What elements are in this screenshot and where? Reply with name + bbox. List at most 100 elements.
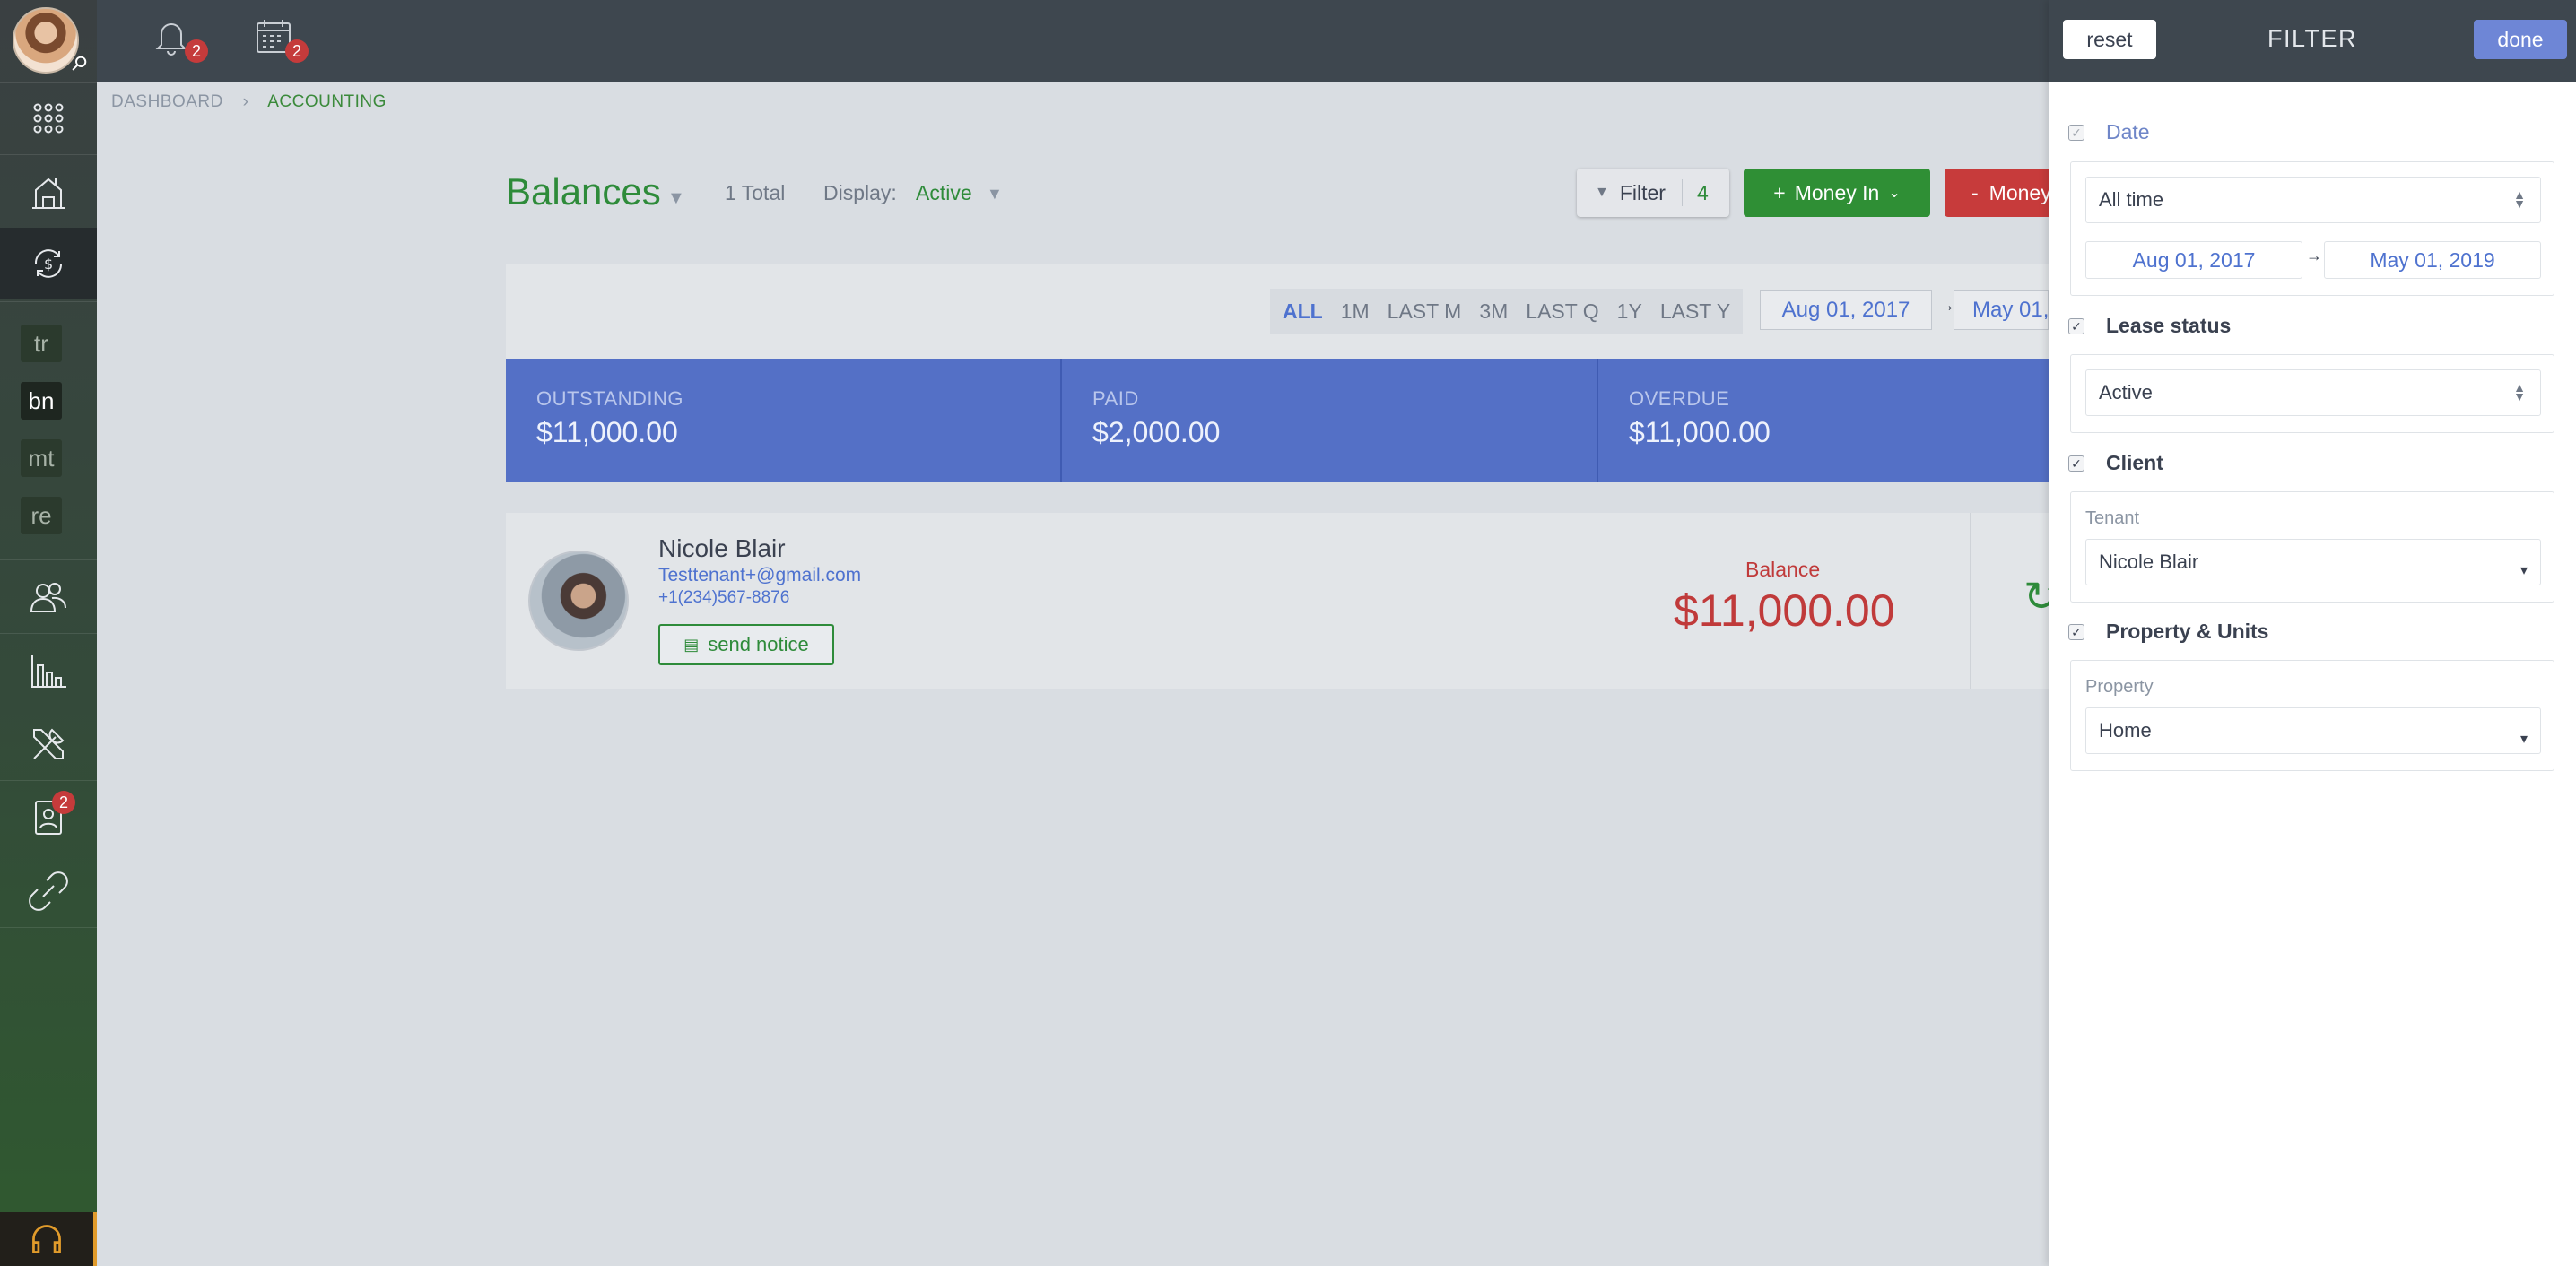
date-checkbox[interactable]: ✓ [2068, 125, 2084, 141]
tenant-select-value: Nicole Blair [2099, 551, 2199, 573]
stat-value: $2,000.00 [1092, 416, 1221, 448]
tenant-phone[interactable]: +1(234)567-8876 [658, 588, 789, 608]
sidebar-divider [0, 927, 97, 928]
filter-panel-header: reset FILTER done [2049, 0, 2576, 82]
period-last-y[interactable]: LAST Y [1660, 299, 1730, 324]
stat-label: OVERDUE [1629, 387, 1730, 410]
money-out-label: Money [1989, 180, 2051, 204]
date-range-select[interactable]: All time ▲ ▼ [2085, 177, 2541, 223]
link-icon [29, 871, 68, 911]
page-title[interactable]: Balances [506, 170, 661, 213]
period-3m[interactable]: 3M [1479, 299, 1508, 324]
tenant-avatar[interactable] [528, 551, 629, 651]
reports-badge: 2 [52, 791, 75, 814]
sidebar-divider [0, 301, 97, 302]
document-icon: ▤ [683, 635, 700, 654]
balance-value: $11,000.00 [1674, 585, 1895, 636]
money-cycle-icon: $ [34, 249, 63, 278]
filter-count: 4 [1696, 180, 1709, 204]
sidebar-tag-mt[interactable]: mt [21, 439, 62, 477]
updown-icon: ▲ ▼ [2513, 187, 2526, 211]
send-notice-label: send notice [708, 633, 809, 655]
tenant-email[interactable]: Testtenant+@gmail.com [658, 565, 861, 586]
lease-status-value: Active [2099, 381, 2153, 403]
arrow-right-icon: → [1937, 296, 1955, 316]
sidebar-item-people[interactable] [0, 561, 97, 633]
caret-down-icon[interactable]: ▼ [987, 185, 1003, 204]
sidebar-item-properties[interactable] [0, 156, 97, 228]
period-1m[interactable]: 1M [1341, 299, 1370, 324]
display-label: Display: [823, 181, 897, 204]
sidebar-tag-bn[interactable]: bn [21, 382, 62, 420]
stat-outstanding[interactable]: OUTSTANDING $11,000.00 [506, 359, 683, 482]
grid-icon [33, 103, 64, 134]
property-select-value: Home [2099, 719, 2152, 741]
sidebar-item-contacts[interactable] [0, 782, 97, 854]
money-in-button[interactable]: + Money In ⌄ [1744, 169, 1930, 217]
sidebar: ⚲ $ tr bn mt re 2 [0, 0, 97, 1266]
range-from-date[interactable]: Aug 01, 2017 [1760, 290, 1932, 330]
sidebar-tag-tr[interactable]: tr [21, 325, 62, 362]
tenant-sublabel: Tenant [2085, 508, 2140, 528]
breadcrumb: DASHBOARD › ACCOUNTING [111, 92, 387, 112]
caret-down-icon[interactable]: ▼ [667, 188, 685, 209]
building-icon [32, 178, 65, 209]
chevron-right-icon: › [242, 92, 249, 111]
property-box: Property Home ▾ [2070, 660, 2554, 771]
calendar-badge: 2 [285, 39, 309, 63]
period-last-q[interactable]: LAST Q [1526, 299, 1598, 324]
tenant-select[interactable]: Nicole Blair ▾ [2085, 539, 2541, 585]
stat-paid[interactable]: PAID $2,000.00 [1062, 359, 1220, 482]
done-button[interactable]: done [2474, 20, 2567, 59]
client-label: Client [2106, 451, 2163, 474]
send-notice-button[interactable]: ▤ send notice [658, 624, 834, 665]
sidebar-item-tools[interactable] [0, 708, 97, 780]
date-from-field[interactable]: Aug 01, 2017 [2085, 241, 2302, 279]
tenant-card: Nicole Blair Testtenant+@gmail.com +1(23… [506, 513, 2058, 689]
period-all[interactable]: ALL [1283, 299, 1323, 324]
card-divider [1970, 513, 1971, 689]
filter-panel: reset FILTER done ✓ Date All time ▲ ▼ Aug… [2049, 0, 2576, 1266]
sidebar-divider [0, 154, 97, 155]
property-label: Property & Units [2106, 620, 2269, 643]
lease-status-select[interactable]: Active ▲ ▼ [2085, 369, 2541, 416]
range-to-date[interactable]: May 01, [1954, 290, 2049, 330]
lease-status-label: Lease status [2106, 314, 2232, 337]
money-out-button[interactable]: - Money [1945, 169, 2052, 217]
money-in-label: Money In [1794, 180, 1880, 204]
funnel-icon: ▼ [1595, 185, 1609, 200]
caret-down-icon: ▾ [2519, 732, 2528, 747]
stat-label: PAID [1092, 387, 1139, 410]
total-count: 1 Total [725, 181, 786, 204]
caret-down-icon: ▾ [2519, 563, 2528, 578]
sidebar-divider [0, 633, 97, 634]
property-sublabel: Property [2085, 677, 2154, 697]
filter-button[interactable]: ▼ Filter 4 [1577, 169, 1729, 217]
date-range-value: All time [2099, 188, 2164, 211]
sidebar-item-links[interactable] [0, 855, 97, 927]
lease-status-box: Active ▲ ▼ [2070, 354, 2554, 433]
support-button[interactable] [0, 1212, 97, 1266]
tenant-name[interactable]: Nicole Blair [658, 534, 786, 563]
sidebar-tag-re[interactable]: re [21, 497, 62, 534]
client-checkbox[interactable]: ✓ [2068, 455, 2084, 472]
date-filter-label: Date [2106, 120, 2150, 143]
date-to-field[interactable]: May 01, 2019 [2324, 241, 2541, 279]
sidebar-item-accounting[interactable]: $ [0, 228, 97, 299]
stat-overdue[interactable]: OVERDUE $11,000.00 [1598, 359, 1771, 482]
chart-icon [31, 655, 66, 688]
filter-divider [1681, 179, 1683, 206]
property-select[interactable]: Home ▾ [2085, 707, 2541, 754]
period-1y[interactable]: 1Y [1617, 299, 1642, 324]
sidebar-divider [0, 559, 97, 560]
period-bar: ALL 1M LAST M 3M LAST Q 1Y LAST Y Aug 01… [506, 264, 2049, 359]
filter-label: Filter [1619, 180, 1666, 204]
period-selector: ALL 1M LAST M 3M LAST Q 1Y LAST Y [1270, 289, 1744, 334]
breadcrumb-dashboard[interactable]: DASHBOARD [111, 92, 223, 111]
sidebar-item-apps[interactable] [0, 82, 97, 154]
display-select[interactable]: Active [916, 181, 972, 205]
property-checkbox[interactable]: ✓ [2068, 624, 2084, 640]
period-last-m[interactable]: LAST M [1388, 299, 1462, 324]
sidebar-item-reports[interactable] [0, 635, 97, 707]
lease-status-checkbox[interactable]: ✓ [2068, 318, 2084, 334]
